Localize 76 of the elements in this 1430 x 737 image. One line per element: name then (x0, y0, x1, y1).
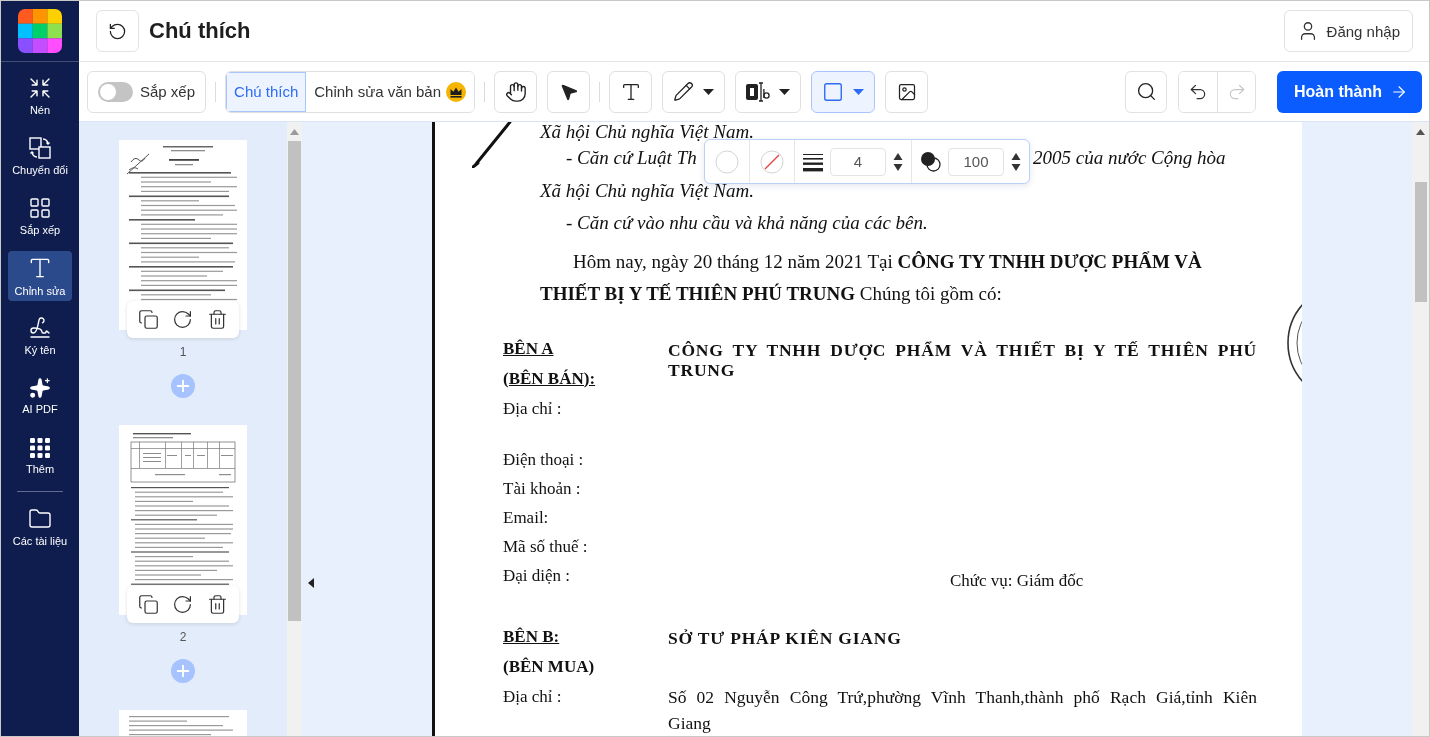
field-value: Số 02 Nguyễn Công Trứ,phường Vĩnh Thanh,thành phố Rạch Giá,tỉnh Kiên Giang (668, 685, 1257, 735)
opacity-icon (920, 151, 941, 172)
document-text: - Căn cứ vào nhu cầu và khả năng của các bên. (566, 211, 928, 235)
line-weight-icon (803, 151, 823, 172)
square-icon (822, 80, 845, 103)
circular-arrow-icon (108, 21, 127, 41)
back-button[interactable] (96, 10, 139, 52)
page-title: Chú thích (149, 18, 252, 44)
caret-left-icon[interactable] (308, 578, 314, 588)
party-label: (BÊN MUA) (503, 655, 595, 678)
sidebar-item[interactable]: Chỉnh sửa (8, 251, 72, 301)
party-name: SỞ TƯ PHÁP KIÊN GIANG (668, 626, 903, 648)
hand-icon (504, 80, 527, 103)
grid-icon (28, 196, 52, 220)
party-name: CÔNG TY TNHH DƯỢC PHẨM VÀ THIẾT BỊ Y TẾ THIÊN PHÚ TRUNG (668, 338, 1257, 380)
sidebar-item[interactable]: Sắp xếp (8, 191, 72, 241)
login-button[interactable]: Đăng nhập (1283, 10, 1413, 52)
finish-button[interactable]: Hoàn thành (1277, 70, 1422, 113)
text-edit-icon (746, 80, 771, 103)
field-note: Chức vụ: Giám đốc (950, 569, 1084, 592)
mode-tab[interactable]: Chú thích (226, 71, 307, 112)
field-label: Địa chỉ : (503, 397, 562, 420)
sidebar-item[interactable]: Ký tên (8, 311, 72, 361)
trash-icon[interactable] (207, 594, 229, 615)
dots-grid-icon (29, 437, 51, 459)
tool-button[interactable] (547, 70, 591, 113)
rotate-icon[interactable] (172, 309, 194, 330)
plus-icon (174, 377, 192, 395)
document-text: Xã hội Chủ nghĩa Việt Nam. (540, 178, 754, 203)
party-label: (BÊN BÁN): (503, 367, 596, 390)
field-label: Điện thoại : (503, 448, 584, 471)
page-number: 2 (179, 629, 187, 645)
sidebar-item[interactable]: AI PDF (8, 371, 72, 421)
convert-squares-icon (28, 136, 52, 160)
tool-button[interactable] (494, 70, 538, 113)
opacity-field[interactable]: 100 (948, 147, 1004, 176)
stroke-width-field[interactable]: 4 (830, 147, 886, 176)
tool-button[interactable] (735, 70, 802, 113)
sparkles-icon (29, 377, 51, 399)
caret-up-icon[interactable] (1416, 129, 1425, 135)
field-label: Địa chỉ : (503, 685, 562, 708)
sidebar-item[interactable]: Thêm (8, 431, 72, 481)
trash-icon[interactable] (207, 309, 229, 330)
document-text: 2005 của nước Cộng hòa (1033, 146, 1226, 170)
party-label: BÊN A (503, 337, 554, 360)
document-text: Xã hội Chủ nghĩa Việt Nam. (540, 122, 754, 142)
shrink-arrows-icon (28, 76, 52, 100)
tool-button[interactable] (662, 70, 726, 113)
field-label: Email: (503, 506, 549, 529)
rotate-icon[interactable] (172, 594, 194, 615)
field-label: Mã số thuế : (503, 535, 588, 558)
field-label: Đại diện : (503, 564, 571, 587)
plus-icon (174, 662, 192, 680)
pencil-icon (673, 81, 695, 102)
image-icon (896, 81, 917, 102)
document-text: - Căn cứ Luật Th (566, 147, 697, 168)
copy-icon[interactable] (137, 309, 159, 330)
scrollbar-thumb[interactable] (1414, 182, 1427, 302)
app-logo (18, 9, 62, 53)
folder-icon (28, 507, 52, 531)
scrollbar-thumb[interactable] (288, 141, 301, 621)
field-label: Tài khoản : (503, 477, 581, 500)
signature-icon (28, 316, 52, 340)
sidebar-item[interactable]: Các tài liệu (8, 502, 72, 552)
sidebar-item[interactable]: Chuyển đổi (8, 131, 72, 181)
sidebar-item[interactable]: Nén (8, 71, 72, 121)
tool-button[interactable] (885, 70, 929, 113)
arrange-toggle[interactable]: Sắp xếp (87, 70, 207, 113)
page-number: 1 (179, 344, 187, 360)
party-label: BÊN B: (503, 625, 560, 648)
search-button[interactable] (1125, 70, 1167, 113)
document-paragraph: Hôm nay, ngày 20 tháng 12 năm 2021 Tại CÔNG TY TNHH DƯỢC PHẨM VÀ THIẾT BỊ Y TẾ THIÊN PHÚ TRUNG Chúng tôi gồm có: (540, 249, 1203, 306)
circle-swatch-icon[interactable] (715, 149, 739, 174)
no-color-icon[interactable] (760, 149, 784, 174)
search-icon (1135, 81, 1157, 102)
copy-icon[interactable] (137, 594, 159, 615)
